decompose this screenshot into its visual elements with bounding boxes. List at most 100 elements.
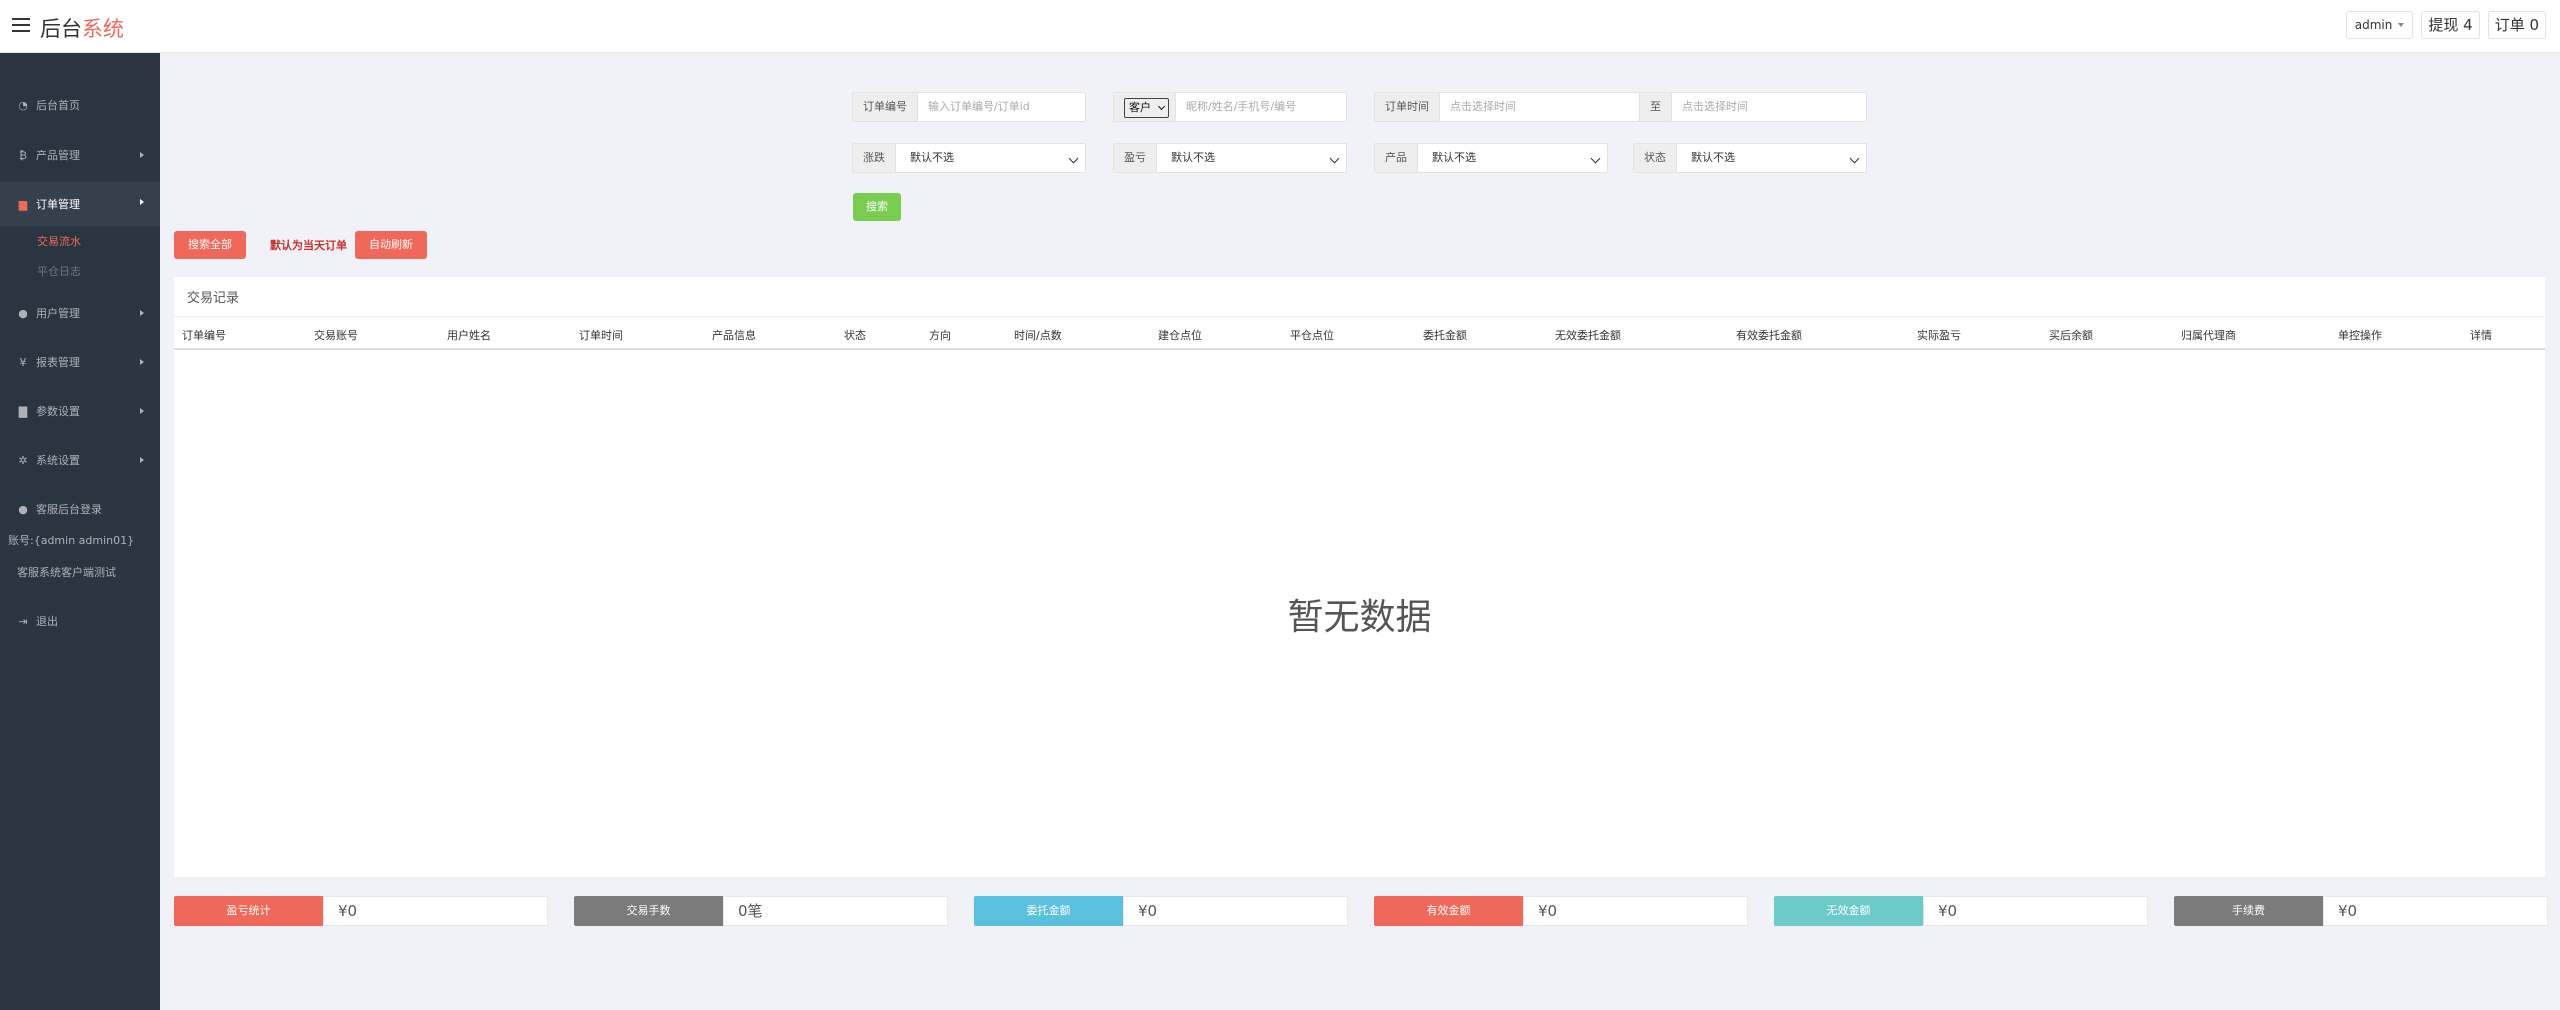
sidebar-item-label: 参数设置 (36, 405, 80, 418)
stat-label: 委托金额 (974, 896, 1123, 926)
customer-select-value: 客户 (1129, 101, 1151, 114)
stat-label: 无效金额 (1774, 896, 1923, 926)
time-start-input[interactable]: 点击选择时间 (1440, 93, 1639, 121)
stat-pnl: 盈亏统计 ¥0 (174, 896, 548, 926)
sidebar-item-label: 订单管理 (36, 198, 80, 211)
sidebar-item-system[interactable]: ✲ 系统设置 (0, 440, 160, 480)
customer-group: 客户 昵称/姓名/手机号/编号 (1113, 92, 1347, 122)
time-end-input[interactable]: 点击选择时间 (1672, 93, 1866, 121)
sidebar-item-reports[interactable]: ¥ 报表管理 (0, 342, 160, 382)
withdraw-button[interactable]: 提现 4 (2421, 11, 2480, 39)
stat-label: 交易手数 (574, 896, 723, 926)
col-open-price: 建仓点位 (1158, 329, 1202, 342)
customer-search-input[interactable]: 昵称/姓名/手机号/编号 (1176, 93, 1346, 121)
updown-label: 涨跌 (853, 144, 896, 172)
sidebar-item-products[interactable]: ₿ 产品管理 (0, 135, 160, 175)
user-icon: ● (18, 306, 28, 320)
brand-main: 后台 (40, 17, 82, 41)
brand-accent: 系统 (82, 17, 124, 41)
stat-invalid-amount: 无效金额 ¥0 (1774, 896, 2148, 926)
to-label: 至 (1640, 93, 1672, 121)
sidebar-subitem-close-log[interactable]: 平仓日志 (37, 263, 81, 279)
col-close-price: 平仓点位 (1290, 329, 1334, 342)
cogs-icon: ✲ (18, 453, 28, 467)
menu-toggle-icon[interactable] (12, 18, 30, 34)
product-select[interactable]: 默认不选 (1418, 144, 1607, 172)
stat-entrust-amount: 委托金额 ¥0 (974, 896, 1348, 926)
col-actual-pnl: 实际盈亏 (1917, 329, 1961, 342)
product-group: 产品 默认不选 (1374, 143, 1608, 173)
stat-label: 盈亏统计 (174, 896, 323, 926)
order-no-input[interactable]: 输入订单编号/订单id (918, 93, 1085, 121)
logout-icon: ⇥ (18, 614, 28, 628)
sidebar-item-label: 产品管理 (36, 149, 80, 162)
col-direction: 方向 (929, 329, 951, 342)
dashboard-icon: ◔ (18, 98, 28, 112)
sidebar-item-orders[interactable]: ▆ 订单管理 (0, 182, 160, 226)
bitcoin-icon: ₿ (18, 148, 28, 162)
product-label: 产品 (1375, 144, 1418, 172)
col-details: 详情 (2470, 329, 2492, 342)
sidebar-item-label: 客服后台登录 (36, 503, 102, 516)
stat-value: ¥0 (2323, 896, 2548, 926)
caret-right-icon (140, 199, 144, 205)
status-label: 状态 (1634, 144, 1677, 172)
table-header: 订单编号 交易账号 用户姓名 订单时间 产品信息 状态 方向 时间/点数 建仓点… (174, 316, 2545, 350)
sidebar-item-logout[interactable]: ⇥ 退出 (0, 601, 160, 641)
caret-right-icon (140, 408, 144, 414)
top-bar: 后台系统 admin 提现 4 订单 0 (0, 0, 2560, 53)
col-balance-after: 买后余额 (2049, 329, 2093, 342)
profit-group: 盈亏 默认不选 (1113, 143, 1347, 173)
chevron-down-icon (1590, 153, 1601, 164)
status-select[interactable]: 默认不选 (1677, 144, 1866, 172)
customer-select-wrap: 客户 (1114, 93, 1176, 121)
chevron-down-icon (1849, 153, 1860, 164)
stat-label: 手续费 (2174, 896, 2323, 926)
caret-right-icon (140, 310, 144, 316)
copy-icon: ▇ (18, 404, 28, 418)
col-invalid-entrust: 无效委托金额 (1555, 329, 1621, 342)
admin-dropdown[interactable]: admin (2345, 11, 2414, 39)
orders-button[interactable]: 订单 0 (2487, 11, 2546, 39)
empty-state: 暂无数据 (1287, 597, 1432, 638)
col-valid-entrust: 有效委托金额 (1736, 329, 1802, 342)
sidebar-item-users[interactable]: ● 用户管理 (0, 293, 160, 333)
search-all-button[interactable]: 搜索全部 (174, 231, 246, 259)
stat-value: 0笔 (723, 896, 948, 926)
auto-refresh-button[interactable]: 自动刷新 (355, 231, 427, 259)
col-product-info: 产品信息 (712, 329, 756, 342)
top-right-controls: admin 提现 4 订单 0 (2345, 11, 2546, 39)
sidebar-item-dashboard[interactable]: ◔ 后台首页 (0, 85, 160, 125)
status-group: 状态 默认不选 (1633, 143, 1867, 173)
stat-value: ¥0 (323, 896, 548, 926)
col-time-points: 时间/点数 (1014, 329, 1062, 342)
sidebar-subitem-trade-flow[interactable]: 交易流水 (37, 233, 81, 249)
status-value: 默认不选 (1691, 151, 1735, 164)
time-end-group: 至 点击选择时间 (1639, 92, 1867, 122)
profit-label: 盈亏 (1114, 144, 1157, 172)
sidebar-item-label: 后台首页 (36, 99, 80, 112)
caret-right-icon (140, 359, 144, 365)
caret-right-icon (140, 152, 144, 158)
updown-value: 默认不选 (910, 151, 954, 164)
sidebar-item-cs-login[interactable]: ● 客服后台登录 (0, 489, 160, 529)
updown-select[interactable]: 默认不选 (896, 144, 1085, 172)
sidebar-item-params[interactable]: ▇ 参数设置 (0, 391, 160, 431)
cs-client-test-link[interactable]: 客服系统客户端测试 (17, 564, 116, 580)
customer-type-select[interactable]: 客户 (1124, 98, 1169, 118)
profit-select[interactable]: 默认不选 (1157, 144, 1346, 172)
yen-icon: ¥ (19, 355, 27, 369)
stat-fee: 手续费 ¥0 (2174, 896, 2548, 926)
stat-value: ¥0 (1923, 896, 2148, 926)
product-value: 默认不选 (1432, 151, 1476, 164)
col-order-no: 订单编号 (182, 329, 226, 342)
sidebar-item-label: 退出 (36, 615, 58, 628)
col-trade-account: 交易账号 (314, 329, 358, 342)
search-button[interactable]: 搜索 (853, 193, 901, 221)
col-single-control: 单控操作 (2338, 329, 2382, 342)
chevron-down-icon (1068, 153, 1079, 164)
default-today-note: 默认为当天订单 (270, 239, 347, 252)
sidebar-item-label: 用户管理 (36, 307, 80, 320)
order-no-label: 订单编号 (853, 93, 918, 121)
caret-right-icon (140, 457, 144, 463)
